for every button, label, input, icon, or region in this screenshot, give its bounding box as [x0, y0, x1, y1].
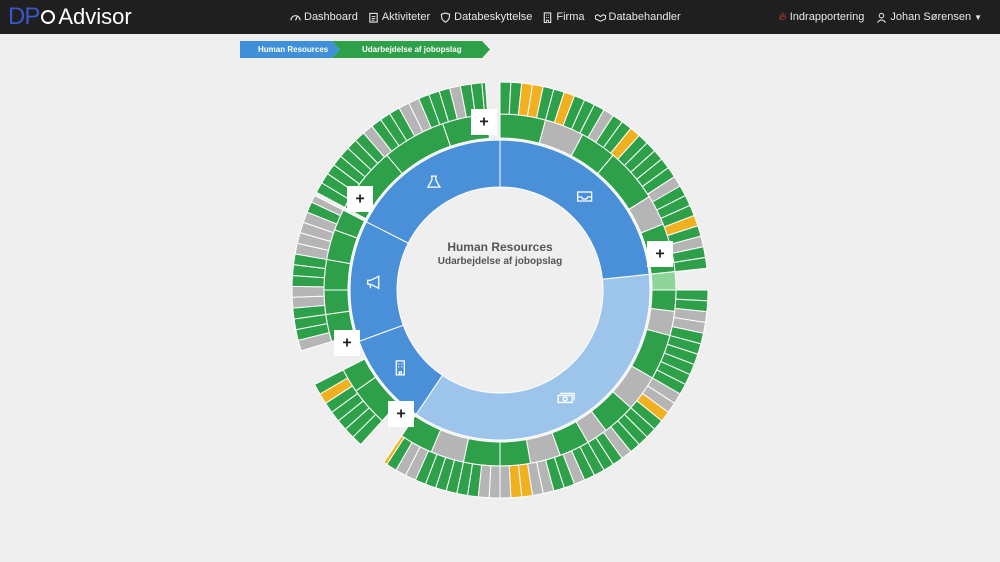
plus-icon: + — [655, 246, 664, 263]
plus-icon: + — [355, 191, 364, 208]
sunburst-chart: + + + + + — [291, 81, 709, 499]
plus-icon: + — [396, 406, 405, 423]
hovered-segment[interactable] — [650, 271, 677, 291]
category-segment[interactable] — [499, 439, 532, 467]
category-segment[interactable] — [323, 289, 351, 316]
plus-icon: + — [342, 335, 351, 352]
center-subtitle: Udarbejdelse af jobopslag — [437, 256, 563, 267]
category-segment[interactable] — [462, 438, 501, 467]
plus-icon: + — [479, 114, 488, 131]
center-title: Human Resources — [447, 240, 553, 254]
category-segment[interactable] — [650, 289, 677, 313]
activity-leaf[interactable] — [291, 285, 325, 298]
activity-leaf[interactable] — [499, 465, 512, 499]
category-segment[interactable] — [323, 258, 351, 291]
